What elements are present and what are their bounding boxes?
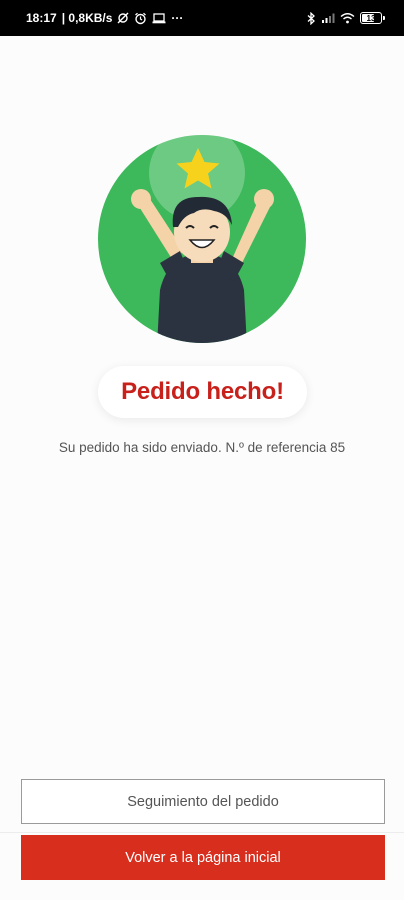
success-illustration <box>98 135 306 343</box>
confirmation-title: Pedido hecho! <box>121 378 284 405</box>
confirmation-message: Su pedido ha sido enviado. N.º de refere… <box>58 440 346 455</box>
status-bar-left: 18:17 | 0,8KB/s ··· <box>26 11 183 25</box>
sync-off-icon <box>117 12 129 24</box>
status-bar: 18:17 | 0,8KB/s ··· 13 <box>0 0 404 36</box>
status-network-speed: | 0,8KB/s <box>61 11 113 25</box>
status-time: 18:17 <box>26 11 57 25</box>
more-notifications-icon: ··· <box>171 11 184 25</box>
back-to-home-button[interactable]: Volver a la página inicial <box>21 835 385 880</box>
battery-icon: 13 <box>360 12 385 24</box>
divider <box>0 832 404 833</box>
alarm-icon <box>134 12 147 25</box>
wifi-icon <box>340 12 355 24</box>
order-confirmation-screen: 18:17 | 0,8KB/s ··· 13 Pedido hecho! Su … <box>0 0 404 900</box>
confirmation-title-badge: Pedido hecho! <box>98 366 307 418</box>
bluetooth-icon <box>307 11 316 25</box>
battery-level: 13 <box>366 13 376 23</box>
track-order-button[interactable]: Seguimiento del pedido <box>21 779 385 824</box>
laptop-icon <box>152 12 166 24</box>
signal-icon <box>321 12 335 24</box>
status-bar-right: 13 <box>307 11 385 25</box>
celebrating-person-illustration <box>98 135 306 343</box>
